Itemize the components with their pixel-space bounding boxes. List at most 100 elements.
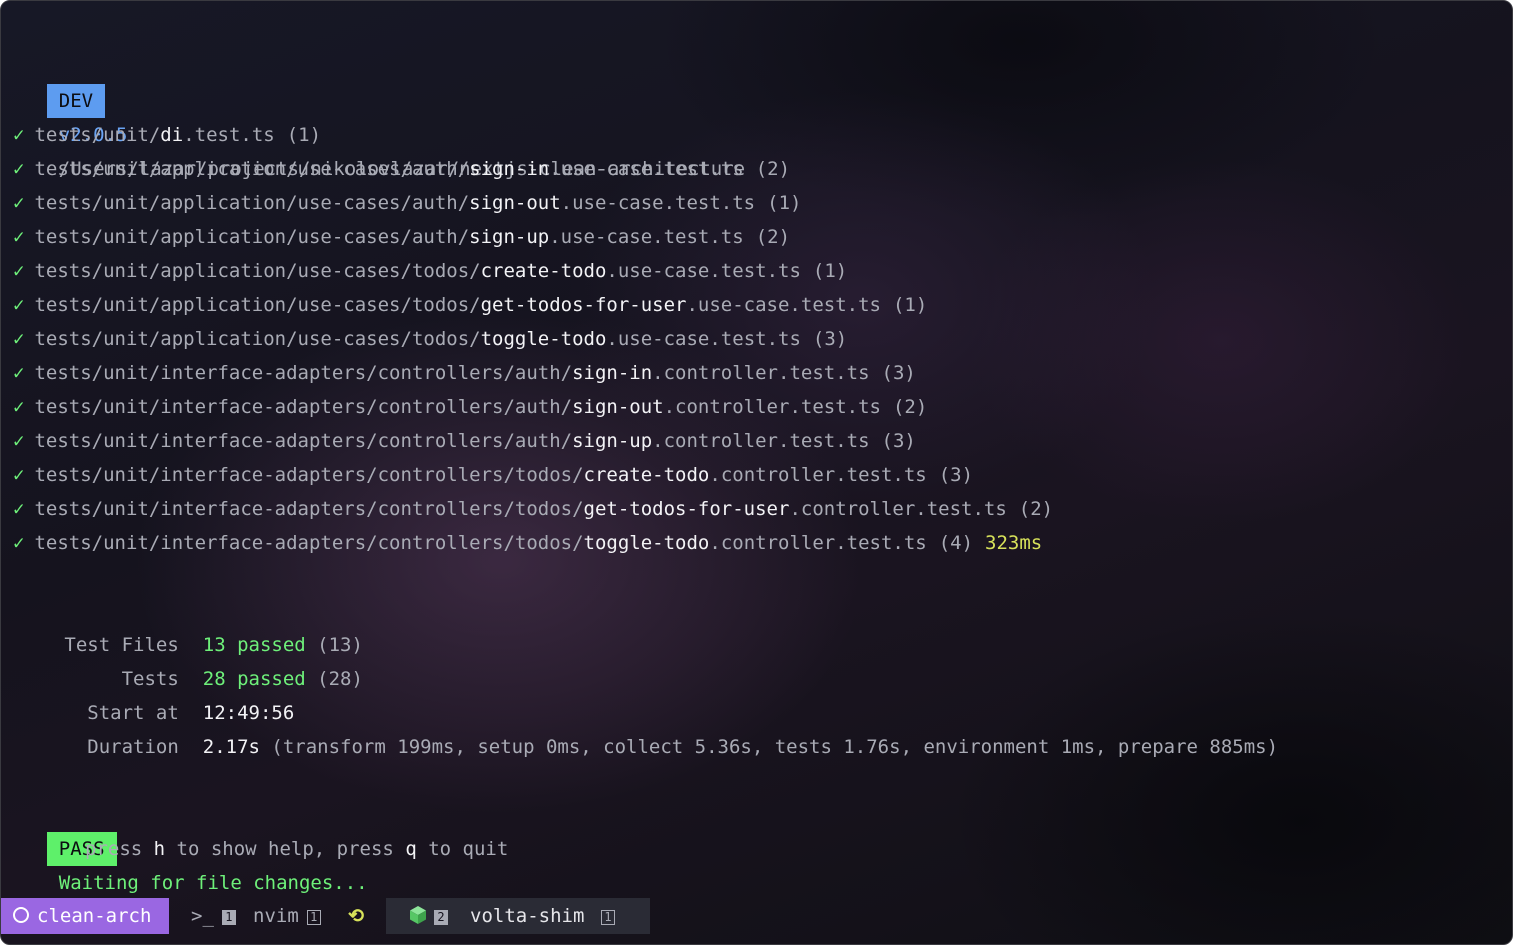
test-count: (2) bbox=[755, 158, 791, 180]
test-count: (1) bbox=[892, 294, 928, 316]
test-result-row: ✓ tests/unit/application/use-cases/auth/s… bbox=[13, 152, 790, 186]
test-result-row: ✓ tests/unit/di.test.ts (1) bbox=[13, 118, 321, 152]
test-count: (2) bbox=[892, 396, 928, 418]
check-icon: ✓ bbox=[13, 124, 25, 146]
window-label: nvim bbox=[253, 905, 299, 927]
check-icon: ✓ bbox=[13, 192, 25, 214]
test-file-name: create-todo bbox=[583, 464, 710, 486]
test-file-suffix: .use-case.test.ts bbox=[549, 158, 744, 180]
help-text: to quit bbox=[416, 838, 509, 860]
refresh-indicator: ⟲ bbox=[348, 898, 364, 934]
summary-test-files: Test Files 13 passed (13) bbox=[13, 594, 363, 656]
quit-key-q: q bbox=[405, 838, 417, 860]
test-result-row: ✓ tests/unit/interface-adapters/controlle… bbox=[13, 390, 927, 424]
check-icon: ✓ bbox=[13, 464, 25, 486]
test-file-suffix: .controller.test.ts bbox=[789, 498, 1007, 520]
test-file-name: sign-in bbox=[572, 362, 653, 384]
session-tab[interactable]: clean-arch bbox=[1, 898, 169, 934]
test-count: (3) bbox=[812, 328, 848, 350]
help-hint: press h to show help, press q to quit bbox=[85, 832, 508, 866]
test-path-prefix: tests/unit/application/use-cases/todos/ bbox=[34, 294, 481, 316]
test-duration: 323ms bbox=[985, 532, 1043, 554]
test-file-name: toggle-todo bbox=[583, 532, 710, 554]
test-file-suffix: .use-case.test.ts bbox=[606, 260, 801, 282]
pass-status-line: PASS Waiting for file changes... bbox=[1, 798, 368, 894]
test-result-row: ✓ tests/unit/application/use-cases/todos/… bbox=[13, 288, 927, 322]
test-path-prefix: tests/unit/application/use-cases/auth/ bbox=[34, 192, 470, 214]
window-index: 1 bbox=[221, 910, 236, 925]
window-tab-volta-shim[interactable]: 2 volta-shim 1 bbox=[386, 898, 650, 934]
test-result-row: ✓ tests/unit/application/use-cases/todos/… bbox=[13, 322, 847, 356]
check-icon: ✓ bbox=[13, 430, 25, 452]
dev-badge: DEV bbox=[46, 84, 106, 118]
test-result-row: ✓ tests/unit/interface-adapters/controlle… bbox=[13, 526, 1042, 560]
test-count: (2) bbox=[755, 226, 791, 248]
test-file-suffix: .use-case.test.ts bbox=[549, 226, 744, 248]
test-file-suffix: .use-case.test.ts bbox=[560, 192, 756, 214]
test-file-suffix: .test.ts bbox=[183, 124, 275, 146]
window-tab-nvim[interactable]: nvim 1 bbox=[253, 898, 321, 934]
terminal-prompt-icon: >_ bbox=[191, 905, 214, 927]
test-file-suffix: .controller.test.ts bbox=[652, 430, 870, 452]
test-file-suffix: .use-case.test.ts bbox=[606, 328, 801, 350]
window-tab-shell[interactable]: >_ 1 bbox=[191, 898, 236, 934]
test-count: (4) bbox=[938, 532, 974, 554]
test-path-prefix: tests/unit/interface-adapters/controller… bbox=[34, 464, 584, 486]
test-result-row: ✓ tests/unit/application/use-cases/auth/s… bbox=[13, 220, 790, 254]
check-icon: ✓ bbox=[13, 328, 25, 350]
window-index: 1 bbox=[306, 910, 321, 925]
vitest-header: DEV v2.0.5 /Users/lazar/projects/nikolov… bbox=[1, 50, 745, 180]
test-file-name: sign-out bbox=[572, 396, 664, 418]
test-path-prefix: tests/unit/interface-adapters/controller… bbox=[34, 362, 573, 384]
duration-detail: (transform 199ms, setup 0ms, collect 5.3… bbox=[271, 736, 1279, 758]
tmux-status-bar: clean-arch >_ 1 nvim 1 ⟲ 2 volta-shim 1 bbox=[1, 898, 1512, 934]
test-result-row: ✓ tests/unit/application/use-cases/todos/… bbox=[13, 254, 847, 288]
test-file-suffix: .controller.test.ts bbox=[709, 532, 927, 554]
test-result-row: ✓ tests/unit/interface-adapters/controlle… bbox=[13, 458, 973, 492]
check-icon: ✓ bbox=[13, 294, 25, 316]
check-icon: ✓ bbox=[13, 226, 25, 248]
test-result-row: ✓ tests/unit/interface-adapters/controlle… bbox=[13, 356, 916, 390]
test-file-name: toggle-todo bbox=[480, 328, 607, 350]
check-icon: ✓ bbox=[13, 532, 25, 554]
test-path-prefix: tests/unit/application/use-cases/auth/ bbox=[34, 226, 470, 248]
test-file-name: sign-in bbox=[469, 158, 550, 180]
check-icon: ✓ bbox=[13, 498, 25, 520]
test-result-row: ✓ tests/unit/interface-adapters/controlle… bbox=[13, 424, 916, 458]
summary-duration: Duration 2.17s (transform 199ms, setup 0m… bbox=[13, 696, 1278, 758]
pane-index: 1 bbox=[601, 910, 615, 925]
test-file-name: create-todo bbox=[480, 260, 607, 282]
test-file-name: sign-up bbox=[469, 226, 550, 248]
test-count: (1) bbox=[767, 192, 802, 214]
circle-icon bbox=[13, 907, 29, 923]
window-index: 2 bbox=[434, 910, 448, 925]
test-path-prefix: tests/unit/ bbox=[34, 124, 161, 146]
test-path-prefix: tests/unit/application/use-cases/auth/ bbox=[34, 158, 470, 180]
test-path-prefix: tests/unit/interface-adapters/controller… bbox=[34, 396, 573, 418]
test-count: (3) bbox=[938, 464, 974, 486]
summary-start: Start at 12:49:56 bbox=[13, 662, 294, 724]
test-path-prefix: tests/unit/application/use-cases/todos/ bbox=[34, 260, 481, 282]
test-file-suffix: .controller.test.ts bbox=[652, 362, 870, 384]
test-path-prefix: tests/unit/interface-adapters/controller… bbox=[34, 532, 584, 554]
test-count: (2) bbox=[1018, 498, 1054, 520]
test-count: (3) bbox=[881, 362, 916, 384]
waiting-message: Waiting for file changes... bbox=[58, 872, 368, 894]
test-count: (1) bbox=[812, 260, 848, 282]
test-file-suffix: .controller.test.ts bbox=[663, 396, 881, 418]
help-text: to show help, press bbox=[165, 838, 406, 860]
check-icon: ✓ bbox=[13, 260, 25, 282]
summary-label: Duration bbox=[87, 736, 179, 758]
test-path-prefix: tests/unit/interface-adapters/controller… bbox=[34, 430, 573, 452]
summary-tests: Tests 28 passed (28) bbox=[13, 628, 363, 690]
test-result-row: ✓ tests/unit/interface-adapters/controlle… bbox=[13, 492, 1053, 526]
duration-value: 2.17s bbox=[202, 736, 260, 758]
session-name: clean-arch bbox=[37, 905, 152, 927]
check-icon: ✓ bbox=[13, 158, 25, 180]
terminal-window[interactable]: DEV v2.0.5 /Users/lazar/projects/nikolov… bbox=[0, 0, 1513, 945]
test-result-row: ✓ tests/unit/application/use-cases/auth/s… bbox=[13, 186, 801, 220]
test-file-name: get-todos-for-user bbox=[480, 294, 687, 316]
test-count: (1) bbox=[286, 124, 322, 146]
test-file-name: di bbox=[160, 124, 184, 146]
tests-total: (28) bbox=[317, 668, 363, 690]
